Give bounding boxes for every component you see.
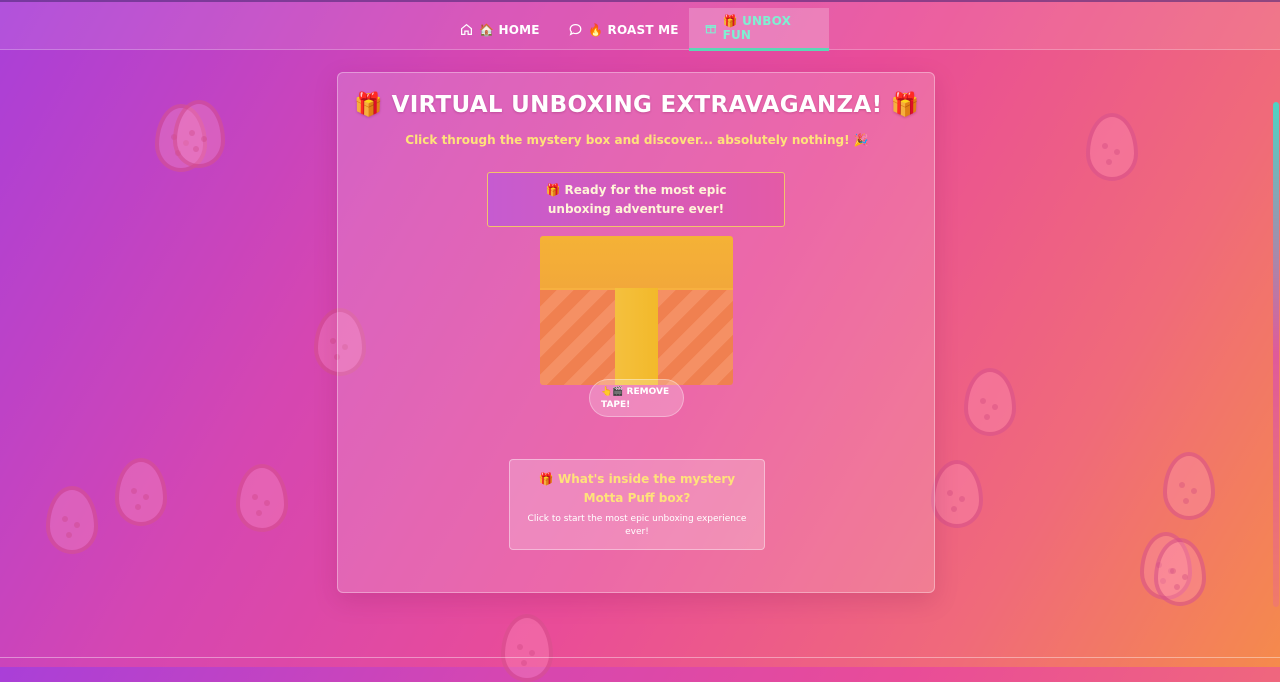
decorative-puff xyxy=(501,614,553,682)
mystery-box-title: 🎁 What's inside the mystery Motta Puff b… xyxy=(538,472,736,505)
chat-bubble-icon xyxy=(569,24,582,36)
tab-roast-me[interactable]: 🔥 ROAST ME xyxy=(553,8,695,51)
gift-box-ribbon xyxy=(615,288,658,385)
gift-icon xyxy=(705,24,717,33)
top-navigation: 🏠 HOME 🔥 ROAST ME 🎁 UNBOX FUN xyxy=(0,0,1280,51)
gift-box-lid xyxy=(540,236,733,288)
decorative-puff xyxy=(46,486,98,554)
scrollbar[interactable] xyxy=(1272,0,1280,667)
scrollbar-thumb[interactable] xyxy=(1273,102,1279,607)
remove-tape-button[interactable]: 👆🎬 REMOVE TAPE! xyxy=(589,379,684,417)
tab-unbox-fun[interactable]: 🎁 UNBOX FUN xyxy=(689,8,829,51)
decorative-puff xyxy=(1163,452,1215,520)
decorative-puff xyxy=(1086,113,1138,181)
page-title: 🎁 VIRTUAL UNBOXING EXTRAVAGANZA! 🎁 xyxy=(354,92,920,118)
decorative-puff xyxy=(964,368,1016,436)
mystery-gift-box[interactable] xyxy=(540,236,733,385)
mystery-box-description: Click to start the most epic unboxing ex… xyxy=(527,514,747,537)
page-subtitle: Click through the mystery box and discov… xyxy=(405,133,869,147)
decorative-puff xyxy=(236,464,288,532)
unboxing-card: 🎁 VIRTUAL UNBOXING EXTRAVAGANZA! 🎁 Click… xyxy=(337,72,935,593)
tab-roast-me-label: 🔥 ROAST ME xyxy=(588,22,679,37)
tab-unbox-fun-label: 🎁 UNBOX FUN xyxy=(722,14,792,42)
decorative-puff xyxy=(115,458,167,526)
decorative-puff xyxy=(173,100,225,168)
tab-home[interactable]: 🏠 HOME xyxy=(444,8,556,51)
tab-home-label: 🏠 HOME xyxy=(479,22,540,37)
mystery-box-prompt[interactable]: 🎁 What's inside the mystery Motta Puff b… xyxy=(509,459,765,550)
decorative-puff xyxy=(1154,538,1206,606)
decorative-puff xyxy=(931,460,983,528)
status-message: 🎁 Ready for the most epic unboxing adven… xyxy=(487,172,785,227)
home-icon xyxy=(461,23,472,35)
bottom-divider xyxy=(0,657,1280,658)
